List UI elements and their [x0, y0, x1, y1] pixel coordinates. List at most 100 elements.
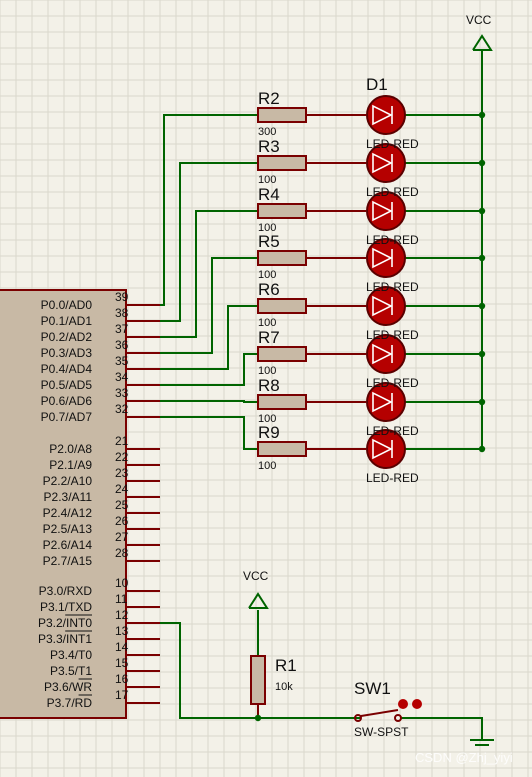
- pin-number: 12: [115, 608, 129, 622]
- pin-number: 24: [115, 482, 129, 496]
- pin-number: 35: [115, 354, 129, 368]
- pin-number: 17: [115, 688, 129, 702]
- pin-name: P0.5/AD5: [41, 378, 93, 392]
- pin-number: 28: [115, 546, 129, 560]
- led-type-label: LED-RED: [366, 185, 419, 199]
- pin-number: 32: [115, 402, 129, 416]
- resistor-ref: R4: [258, 185, 280, 204]
- resistor-r5: [257, 250, 307, 266]
- switch-handle-icon[interactable]: [398, 699, 408, 709]
- pin-name: P2.5/A13: [43, 522, 93, 536]
- led-type-label: LED-RED: [366, 424, 419, 438]
- pin-number: 10: [115, 576, 129, 590]
- pin-number: 25: [115, 498, 129, 512]
- junction-dot: [478, 350, 486, 358]
- pin-name: P3.6/WR: [44, 680, 92, 694]
- led-type-label: LED-RED: [366, 328, 419, 342]
- pin-number: 23: [115, 466, 129, 480]
- pin-name: P3.2/INT0: [38, 616, 92, 630]
- pin-number: 33: [115, 386, 129, 400]
- junction-dot: [478, 111, 486, 119]
- resistor-r1: [250, 655, 266, 705]
- pin-name: P0.6/AD6: [41, 394, 93, 408]
- resistor-ref: R2: [258, 89, 280, 108]
- resistor-ref: R3: [258, 137, 280, 156]
- resistor-r3: [257, 155, 307, 171]
- route-wire: [160, 400, 258, 403]
- r1-ref: R1: [275, 656, 297, 675]
- led-ref-d1: D1: [366, 75, 388, 94]
- route-wire: [160, 416, 258, 450]
- route-wire: [160, 162, 258, 322]
- pin-name: P2.7/A15: [43, 554, 93, 568]
- route-wire: [160, 210, 258, 338]
- resistor-r2: [257, 107, 307, 123]
- pin-name: P2.4/A12: [43, 506, 93, 520]
- vcc-label-top: VCC: [466, 13, 492, 27]
- switch-to-ground: [401, 717, 483, 740]
- sw1-ref: SW1: [354, 679, 391, 698]
- pin-name: P0.4/AD4: [41, 362, 93, 376]
- r1-value: 10k: [275, 681, 293, 693]
- pin-name: P3.5/T1: [50, 664, 92, 678]
- led-type-label: LED-RED: [366, 137, 419, 151]
- resistor-r6: [257, 298, 307, 314]
- junction-dot: [478, 159, 486, 167]
- resistor-value: 100: [258, 460, 276, 472]
- resistor-r7: [257, 346, 307, 362]
- led-type-label: LED-RED: [366, 280, 419, 294]
- junction-dot: [254, 714, 262, 722]
- pin-name: P3.3/INT1: [38, 632, 92, 646]
- led-type-label: LED-RED: [366, 233, 419, 247]
- resistor-ref: R8: [258, 376, 280, 395]
- pin-name: P0.1/AD1: [41, 314, 93, 328]
- pin-number: 16: [115, 672, 129, 686]
- pin-name: P2.3/A11: [44, 490, 93, 504]
- pin-name: P2.6/A14: [43, 538, 93, 552]
- pin-number: 22: [115, 450, 129, 464]
- resistor-ref: R7: [258, 328, 280, 347]
- junction-dot: [478, 398, 486, 406]
- pin-name: P0.0/AD0: [41, 298, 93, 312]
- pin-name: P0.7/AD7: [41, 410, 93, 424]
- pin-number: 34: [115, 370, 129, 384]
- junction-dot: [478, 207, 486, 215]
- watermark: CSDN @Zhj_yiyi: [415, 750, 513, 765]
- pin-name: P0.3/AD3: [41, 346, 93, 360]
- led-type-label: LED-RED: [366, 376, 419, 390]
- junction-dot: [478, 445, 486, 453]
- resistor-r4: [257, 203, 307, 219]
- pin-number: 38: [115, 306, 129, 320]
- pin-number: 13: [115, 624, 129, 638]
- pin-number: 36: [115, 338, 129, 352]
- switch-lever: [360, 709, 399, 717]
- resistor-ref: R9: [258, 423, 280, 442]
- pin-name: P2.0/A8: [49, 442, 92, 456]
- resistor-r8: [257, 394, 307, 410]
- vcc-label-bottom: VCC: [243, 569, 269, 583]
- schematic-canvas: P0.0/AD0 39 P0.1/AD1 38 P0.2/AD2 37 P0.3/AD3 36…: [0, 0, 532, 777]
- pin-number: 15: [115, 656, 129, 670]
- pin-name: P2.2/A10: [43, 474, 93, 488]
- pin-number: 27: [115, 530, 129, 544]
- pin-number: 14: [115, 640, 129, 654]
- vcc-arrow-icon: [248, 592, 269, 609]
- resistor-ref: R6: [258, 280, 280, 299]
- junction-dot: [478, 254, 486, 262]
- pin-name: P3.1/TXD: [40, 600, 92, 614]
- sw1-type: SW-SPST: [354, 725, 409, 739]
- pin-number: 37: [115, 322, 129, 336]
- junction-dot: [478, 302, 486, 310]
- pin-number: 26: [115, 514, 129, 528]
- pin-number: 39: [115, 290, 129, 304]
- resistor-ref: R5: [258, 232, 280, 251]
- switch-handle-icon[interactable]: [412, 699, 422, 709]
- pin-name: P2.1/A9: [49, 458, 92, 472]
- resistor-r9: [257, 441, 307, 457]
- pin-number: 11: [115, 592, 128, 606]
- pin-name: P0.2/AD2: [41, 330, 93, 344]
- pin-name: P3.0/RXD: [39, 584, 93, 598]
- pin-name: P3.4/T0: [50, 648, 92, 662]
- pin-name: P3.7/RD: [47, 696, 93, 710]
- switch-contact: [394, 714, 402, 722]
